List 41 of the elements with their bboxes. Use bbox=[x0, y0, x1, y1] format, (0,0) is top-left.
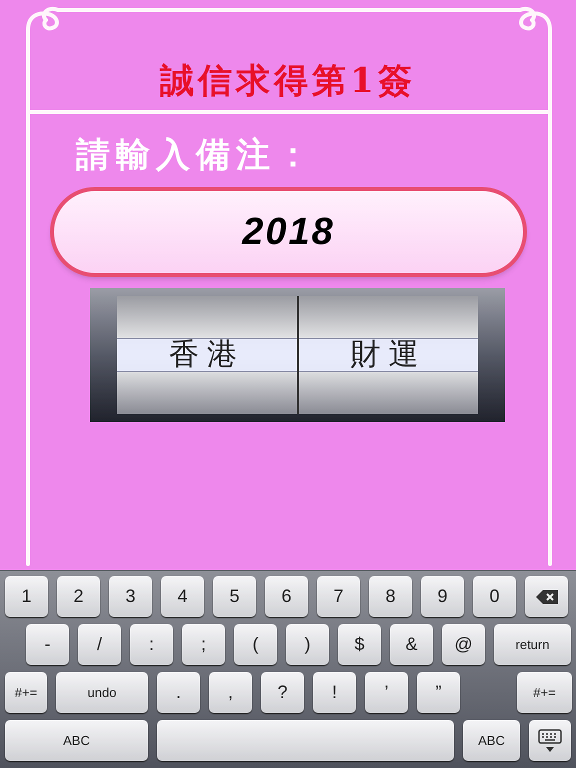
key[interactable]: #+= bbox=[5, 672, 47, 713]
page-title: 誠信求得第1簽 bbox=[160, 60, 416, 103]
picker[interactable]: 香港 財運 bbox=[90, 288, 505, 422]
key[interactable]: ; bbox=[182, 624, 225, 665]
key[interactable]: : bbox=[130, 624, 173, 665]
key[interactable]: ’ bbox=[365, 672, 408, 713]
picker-option[interactable]: 財運 bbox=[298, 338, 478, 372]
key[interactable]: 6 bbox=[265, 576, 308, 617]
key[interactable]: / bbox=[78, 624, 121, 665]
hide-keyboard-key[interactable] bbox=[529, 720, 571, 761]
key[interactable]: ABC bbox=[5, 720, 148, 761]
key[interactable]: ? bbox=[261, 672, 304, 713]
key[interactable]: 1 bbox=[5, 576, 48, 617]
delete-key[interactable] bbox=[525, 576, 568, 617]
key[interactable]: 3 bbox=[109, 576, 152, 617]
key[interactable]: ( bbox=[234, 624, 277, 665]
picker-option[interactable]: 香港 bbox=[117, 338, 296, 372]
key[interactable]: ) bbox=[286, 624, 329, 665]
prompt-label: 請輸入備注： bbox=[76, 135, 316, 176]
key[interactable]: 8 bbox=[369, 576, 412, 617]
key[interactable]: 7 bbox=[317, 576, 360, 617]
key[interactable]: @ bbox=[442, 624, 485, 665]
key[interactable]: 5 bbox=[213, 576, 256, 617]
key[interactable]: ! bbox=[313, 672, 356, 713]
key[interactable]: - bbox=[26, 624, 69, 665]
key[interactable]: & bbox=[390, 624, 433, 665]
note-field[interactable]: 2018 bbox=[50, 187, 527, 277]
key[interactable]: $ bbox=[338, 624, 381, 665]
key[interactable]: undo bbox=[56, 672, 148, 713]
key[interactable]: ” bbox=[417, 672, 460, 713]
key[interactable]: return bbox=[494, 624, 571, 665]
key[interactable]: #+= bbox=[517, 672, 572, 713]
key[interactable]: 2 bbox=[57, 576, 100, 617]
key[interactable]: 9 bbox=[421, 576, 464, 617]
keyboard-icon bbox=[538, 728, 562, 752]
delete-icon bbox=[536, 590, 558, 604]
key[interactable]: 0 bbox=[473, 576, 516, 617]
key[interactable]: . bbox=[157, 672, 200, 713]
key[interactable]: 4 bbox=[161, 576, 204, 617]
key[interactable]: , bbox=[209, 672, 252, 713]
key[interactable]: ABC bbox=[463, 720, 520, 761]
